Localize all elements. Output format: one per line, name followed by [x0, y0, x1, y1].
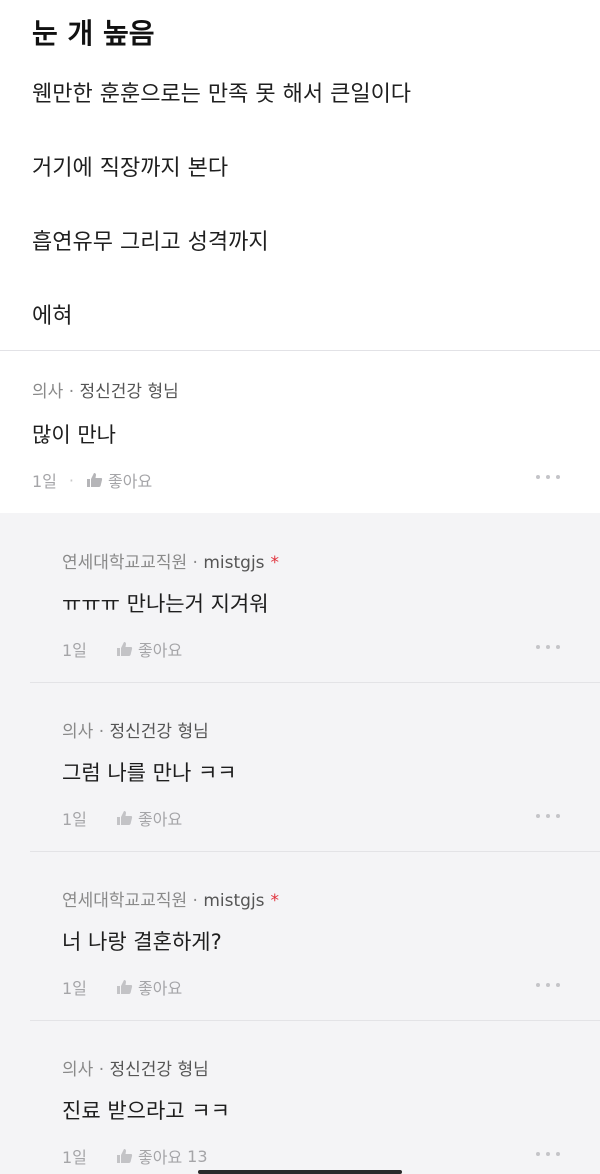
author-nickname: 정신건강 형님	[109, 1060, 209, 1080]
comment-time: 1일	[62, 1148, 87, 1167]
like-count: 13	[187, 1146, 208, 1166]
author-job: 의사	[62, 722, 94, 742]
like-label: 좋아요	[138, 1148, 183, 1167]
comment: 의사 · 정신건강 형님 많이 만나 1일 · 좋아요	[0, 351, 600, 513]
like-label: 좋아요	[138, 810, 183, 829]
comment-time: 1일	[62, 979, 87, 998]
op-badge: *	[270, 553, 280, 573]
reply-author[interactable]: 의사 · 정신건강 형님	[62, 1055, 209, 1080]
comment-time: 1일	[62, 810, 87, 829]
post-body-line: 웬만한 훈훈으로는 만족 못 해서 큰일이다	[32, 82, 412, 107]
more-dots-icon[interactable]	[536, 1149, 560, 1159]
author-separator: ·	[68, 382, 75, 402]
reply-author[interactable]: 연세대학교교직원 · mistgjs *	[62, 548, 279, 573]
author-job: 의사	[62, 1060, 94, 1080]
like-button[interactable]: 좋아요	[116, 806, 187, 830]
reply-text: 진료 받으라고 ㅋㅋ	[62, 1099, 230, 1123]
comment-author[interactable]: 의사 · 정신건강 형님	[32, 377, 179, 402]
author-separator: ·	[98, 1060, 105, 1080]
author-separator: ·	[98, 722, 105, 742]
author-nickname: 정신건강 형님	[79, 382, 179, 402]
post-body-line: 흡연유무 그리고 성격까지	[32, 230, 269, 255]
more-dots-icon[interactable]	[536, 811, 560, 821]
reply-meta: 1일 · 좋아요	[62, 637, 187, 661]
comment-time: 1일	[62, 641, 87, 660]
reply-text: ㅠㅠㅠ 만나는거 지겨워	[62, 592, 269, 616]
author-job: 연세대학교교직원	[62, 891, 188, 911]
more-dots-icon[interactable]	[536, 642, 560, 652]
post: 눈 개 높음 웬만한 훈훈으로는 만족 못 해서 큰일이다 거기에 직장까지 본…	[0, 0, 600, 351]
reply-meta: 1일 · 좋아요 13	[62, 1144, 208, 1168]
reply-meta: 1일 · 좋아요	[62, 806, 187, 830]
author-nickname: 정신건강 형님	[109, 722, 209, 742]
author-nickname: mistgjs	[203, 553, 265, 573]
reply-text: 그럼 나를 만나 ㅋㅋ	[62, 761, 237, 785]
like-label: 좋아요	[108, 472, 153, 491]
comment-time: 1일	[32, 472, 57, 491]
like-button[interactable]: 좋아요	[116, 975, 187, 999]
meta-separator: ·	[68, 470, 74, 490]
author-separator: ·	[192, 553, 198, 573]
comment-meta: 1일 · 좋아요	[32, 468, 157, 492]
reply-divider	[30, 851, 600, 852]
reply-text: 너 나랑 결혼하게?	[62, 930, 222, 954]
post-body-line: 에혀	[32, 304, 73, 329]
reply-thread: 연세대학교교직원 · mistgjs* ㅠㅠㅠ 만나는거 지겨워 1일 · 좋아…	[0, 513, 600, 1174]
thumbs-up-icon	[117, 811, 133, 825]
more-dots-icon[interactable]	[536, 472, 560, 482]
reply-author[interactable]: 연세대학교교직원 · mistgjs *	[62, 886, 279, 911]
like-button[interactable]: 좋아요	[116, 637, 187, 661]
comment-text: 많이 만나	[32, 423, 116, 447]
home-indicator	[198, 1170, 402, 1174]
reply-author[interactable]: 의사 · 정신건강 형님	[62, 717, 209, 742]
thumbs-up-icon	[117, 1149, 133, 1163]
more-dots-icon[interactable]	[536, 980, 560, 990]
author-job: 의사	[32, 382, 64, 402]
thumbs-up-icon	[117, 980, 133, 994]
author-separator: ·	[192, 891, 198, 911]
author-job: 연세대학교교직원	[62, 553, 188, 573]
like-label: 좋아요	[138, 979, 183, 998]
post-body-line: 거기에 직장까지 본다	[32, 156, 229, 181]
op-badge: *	[270, 891, 280, 911]
post-title: 눈 개 높음	[32, 17, 155, 50]
like-button[interactable]: 좋아요	[86, 468, 157, 492]
like-label: 좋아요	[138, 641, 183, 660]
reply-divider	[30, 1020, 600, 1021]
reply-divider	[30, 682, 600, 683]
thumbs-up-icon	[87, 473, 103, 487]
thumbs-up-icon	[117, 642, 133, 656]
author-nickname: mistgjs	[203, 891, 265, 911]
reply-meta: 1일 · 좋아요	[62, 975, 187, 999]
like-button[interactable]: 좋아요 13	[116, 1144, 208, 1168]
